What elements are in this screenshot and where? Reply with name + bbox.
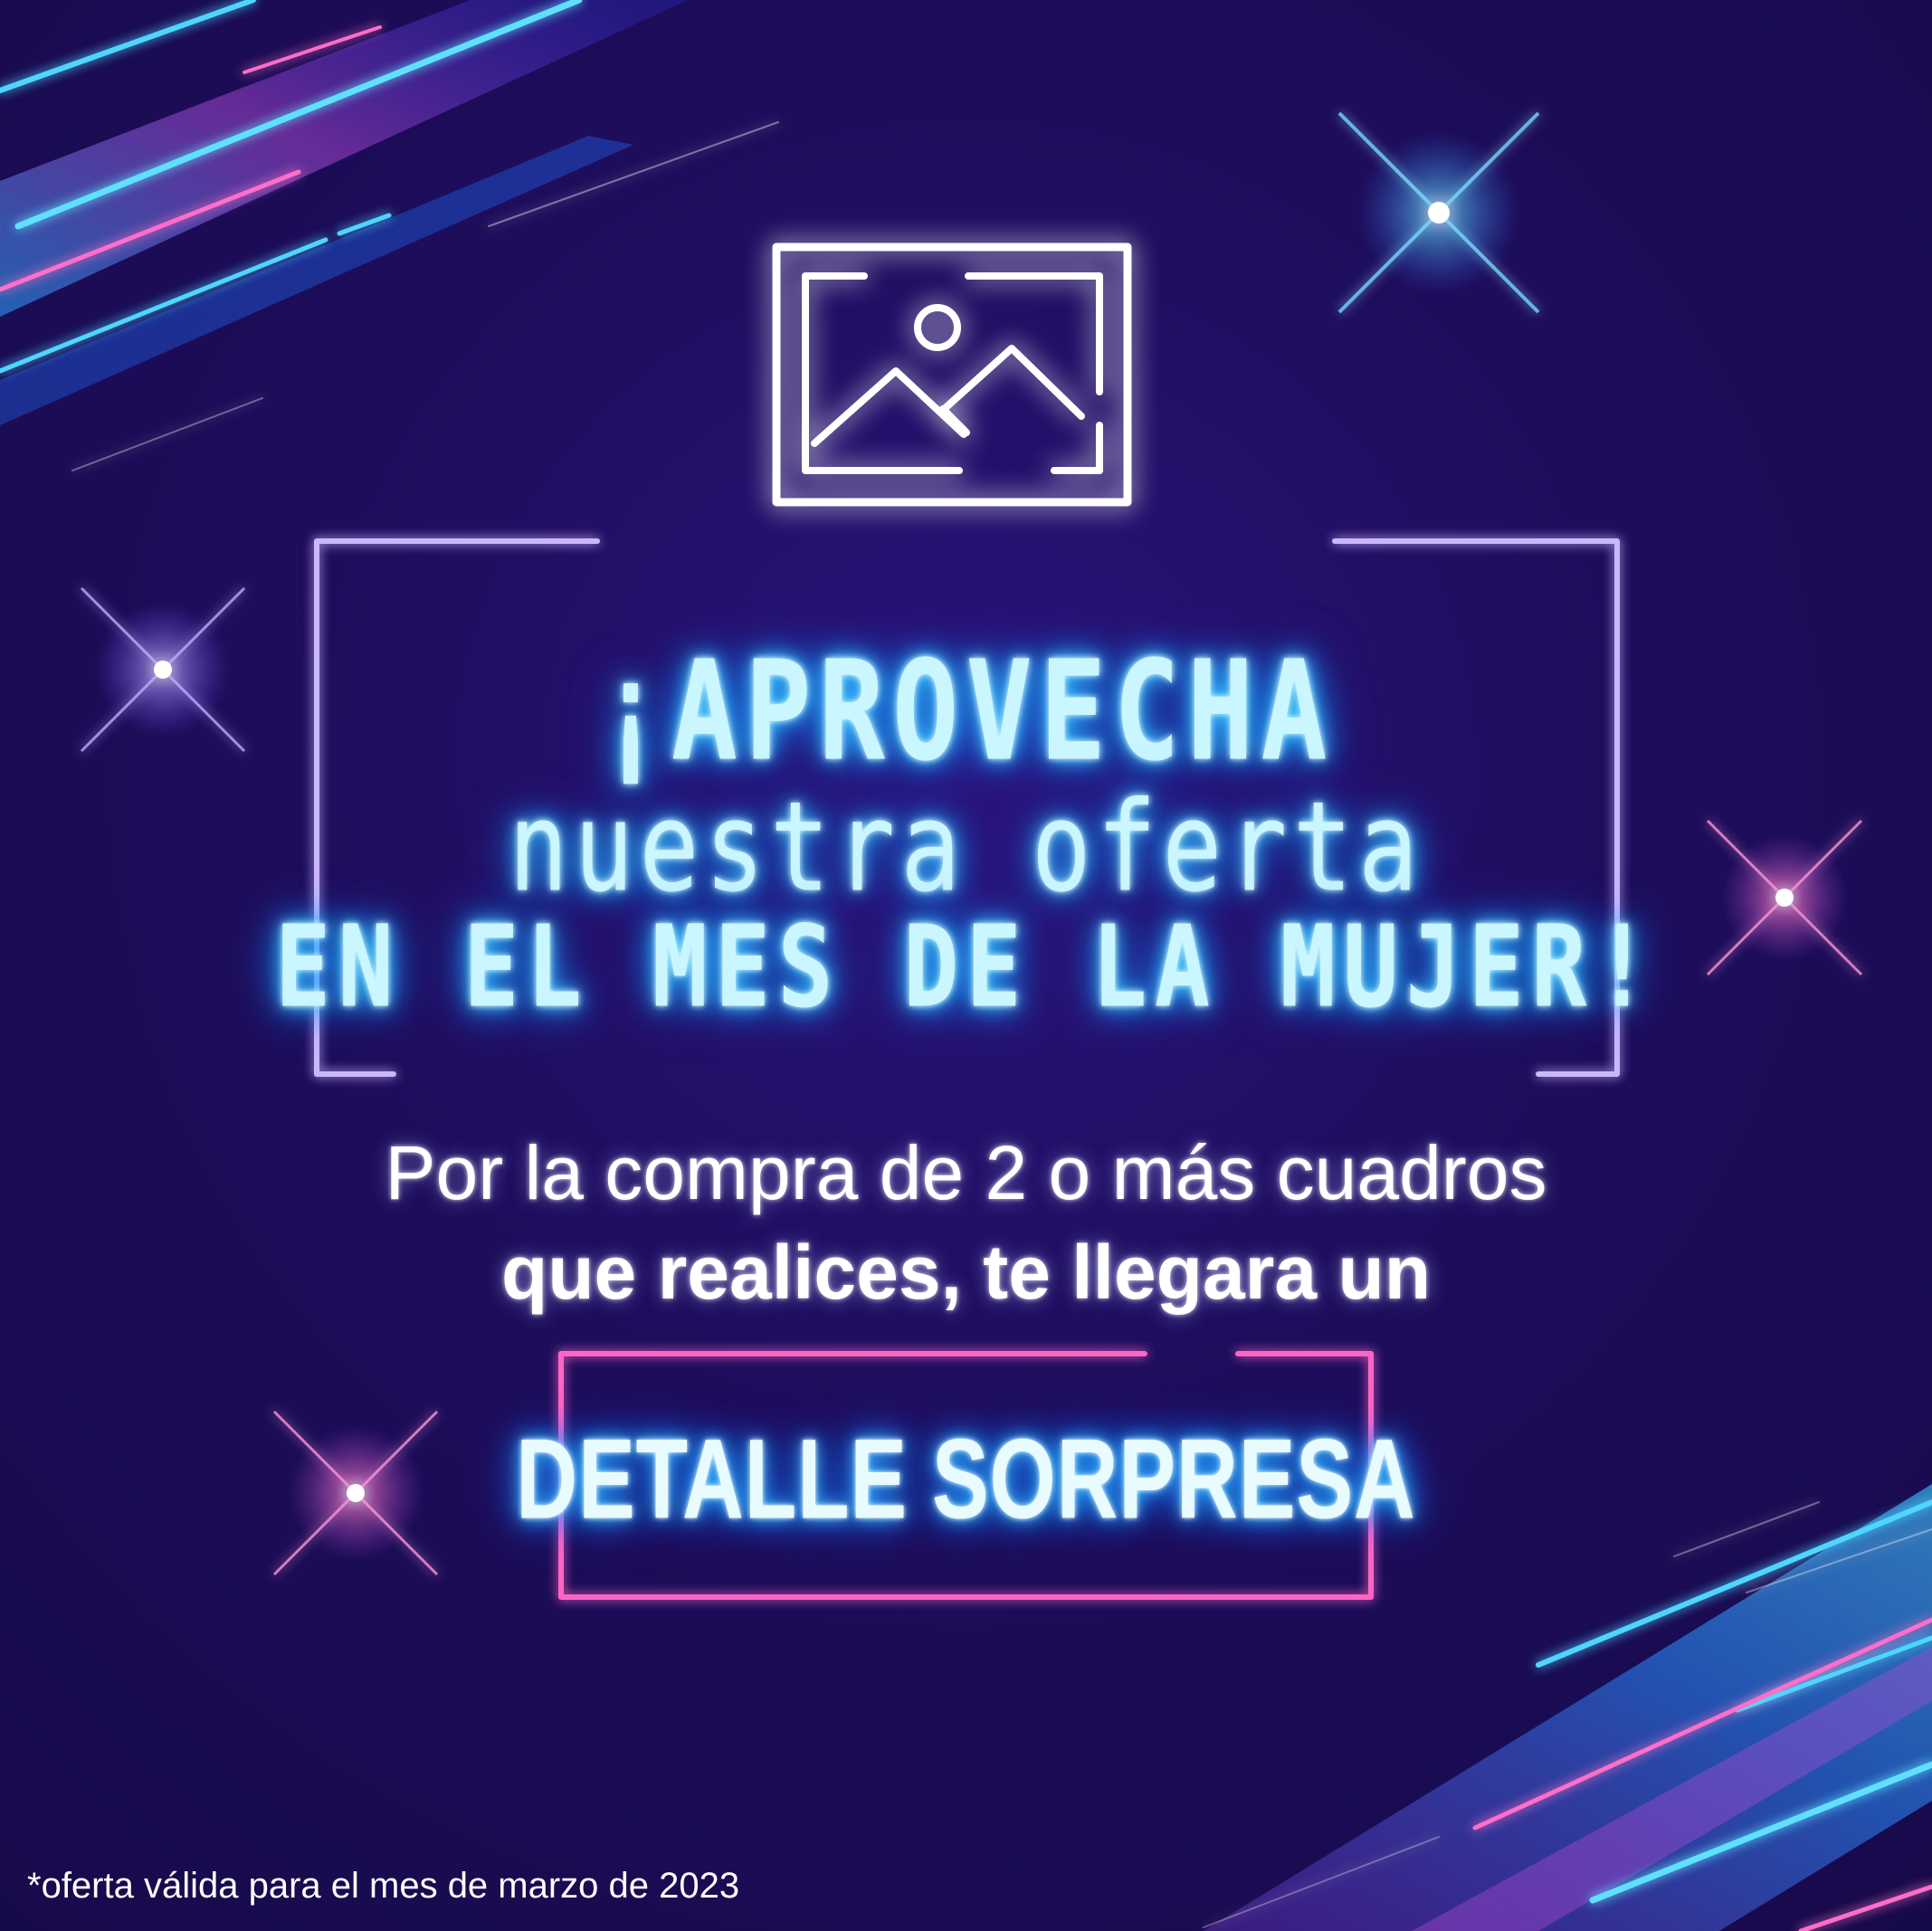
picture-frame-icon <box>772 243 1132 507</box>
offer-validity-footnote: *oferta válida para el mes de marzo de 2… <box>27 1866 740 1906</box>
headline-line-3: EN EL MES DE LA MUJER! <box>274 901 1657 1034</box>
promo-banner: ¡APROVECHA nuestra oferta EN EL MES DE L… <box>0 0 1932 1931</box>
offer-description-line-2: que realices, te llegara un <box>500 1230 1432 1315</box>
surprise-gift-label: DETALLE SORPRESA <box>516 1415 1416 1543</box>
offer-description-line-1: Por la compra de 2 o más cuadros <box>385 1130 1547 1215</box>
headline-line-2: nuestra oferta <box>508 775 1424 919</box>
sparkle-star-icon <box>1337 111 1540 314</box>
headline-line-1: ¡APROVECHA <box>597 631 1335 792</box>
